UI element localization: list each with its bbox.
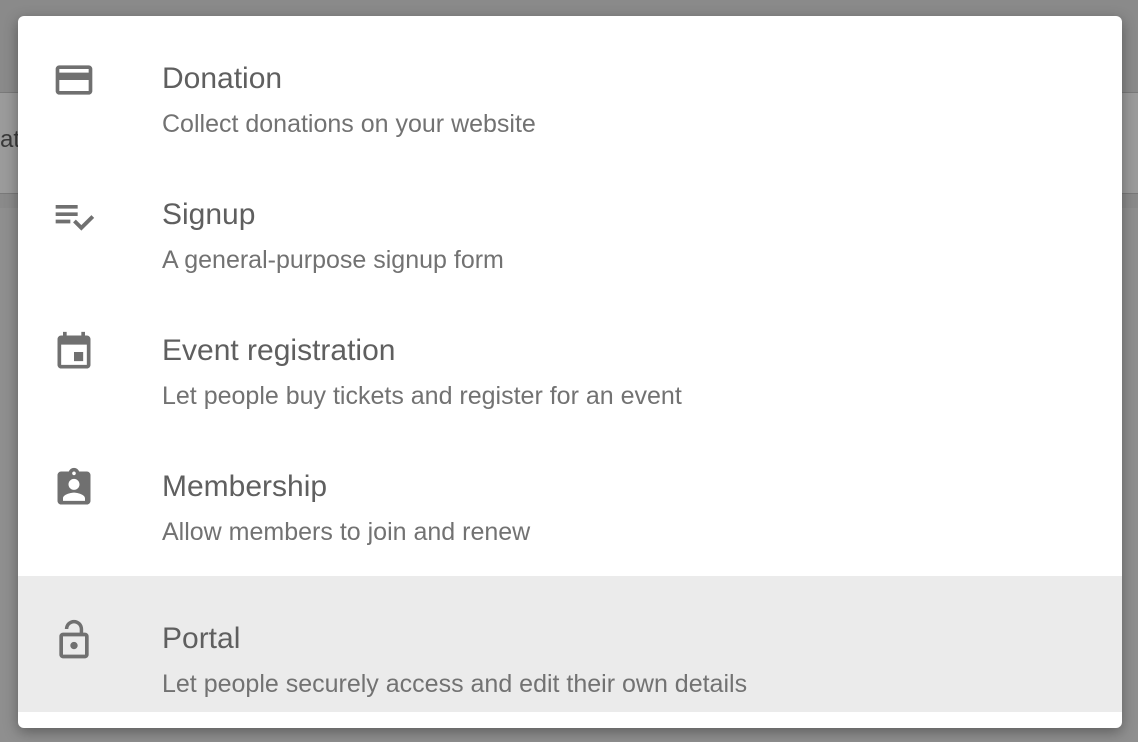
menu-item-description: A general-purpose signup form — [162, 246, 504, 274]
credit-card-icon — [52, 58, 96, 102]
lock-open-icon — [52, 618, 96, 662]
menu-item-portal[interactable]: Portal Let people securely access and ed… — [18, 576, 1122, 712]
menu-item-description: Let people buy tickets and register for … — [162, 382, 682, 410]
assignment-ind-icon — [52, 466, 96, 510]
menu-item-membership[interactable]: Membership Allow members to join and ren… — [18, 424, 1122, 560]
calendar-icon — [52, 330, 96, 374]
menu-item-title: Membership — [162, 470, 328, 503]
menu-item-title: Portal — [162, 622, 241, 655]
menu-item-donation[interactable]: Donation Collect donations on your websi… — [18, 16, 1122, 152]
menu-item-description: Allow members to join and renew — [162, 518, 531, 546]
menu-item-title: Event registration — [162, 334, 396, 367]
menu-item-title: Signup — [162, 198, 256, 231]
checklist-icon — [52, 194, 96, 238]
menu-item-title: Donation — [162, 62, 283, 95]
menu-item-event-registration[interactable]: Event registration Let people buy ticket… — [18, 288, 1122, 424]
menu-item-description: Collect donations on your website — [162, 110, 536, 138]
background-partial-text: at — [0, 126, 21, 153]
menu-item-signup[interactable]: Signup A general-purpose signup form — [18, 152, 1122, 288]
form-type-menu: Donation Collect donations on your websi… — [18, 16, 1122, 728]
menu-item-description: Let people securely access and edit thei… — [162, 670, 748, 698]
